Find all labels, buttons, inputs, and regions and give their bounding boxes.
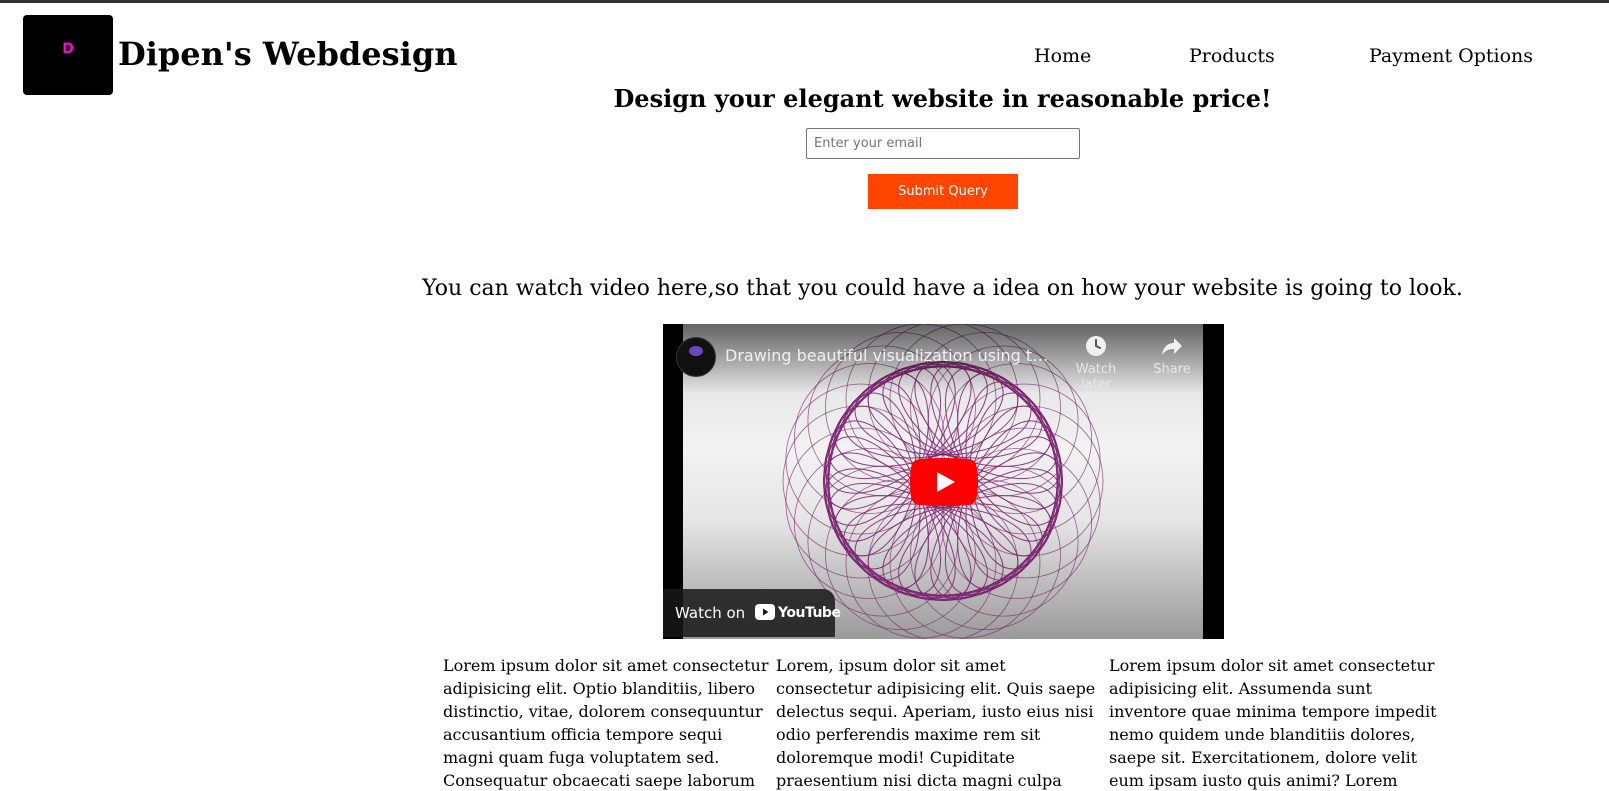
hero-headline: Design your elegant website in reasonabl… bbox=[613, 84, 1272, 113]
video-title[interactable]: Drawing beautiful visualization using tu… bbox=[725, 346, 1055, 366]
logo-letter: D bbox=[62, 41, 74, 57]
site-title: Dipen's Webdesign bbox=[118, 35, 458, 73]
watch-later-label: Watch later bbox=[1075, 362, 1117, 392]
text-column-2: Lorem, ipsum dolor sit amet consectetur … bbox=[776, 656, 1096, 790]
top-border bbox=[0, 0, 1609, 3]
nav-home[interactable]: Home bbox=[1034, 44, 1091, 68]
video-top-bar: Drawing beautiful visualization using tu… bbox=[663, 324, 1224, 394]
watch-on-youtube-button[interactable]: Watch on YouTube bbox=[663, 589, 841, 637]
video-caption: You can watch video here,so that you cou… bbox=[422, 276, 1463, 301]
youtube-logo-icon bbox=[755, 604, 775, 620]
share-arrow-icon bbox=[1162, 338, 1182, 355]
youtube-wordmark: YouTube bbox=[778, 605, 841, 621]
watch-later-button[interactable]: Watch later bbox=[1059, 334, 1133, 392]
email-input[interactable] bbox=[806, 128, 1080, 159]
submit-query-button[interactable]: Submit Query bbox=[868, 174, 1018, 209]
channel-avatar[interactable] bbox=[676, 337, 716, 377]
channel-logo-icon bbox=[689, 346, 703, 356]
watch-on-label: Watch on bbox=[675, 604, 746, 622]
nav-payment-options[interactable]: Payment Options bbox=[1369, 44, 1533, 68]
share-button[interactable]: Share bbox=[1147, 334, 1197, 377]
nav-products[interactable]: Products bbox=[1189, 44, 1275, 68]
share-label: Share bbox=[1153, 362, 1191, 377]
text-column-1: Lorem ipsum dolor sit amet consectetur a… bbox=[443, 656, 769, 790]
text-column-3: Lorem ipsum dolor sit amet consectetur a… bbox=[1109, 656, 1437, 790]
youtube-embed[interactable]: Drawing beautiful visualization using tu… bbox=[663, 324, 1224, 639]
clock-icon bbox=[1086, 336, 1106, 356]
play-button-icon[interactable] bbox=[910, 458, 978, 506]
